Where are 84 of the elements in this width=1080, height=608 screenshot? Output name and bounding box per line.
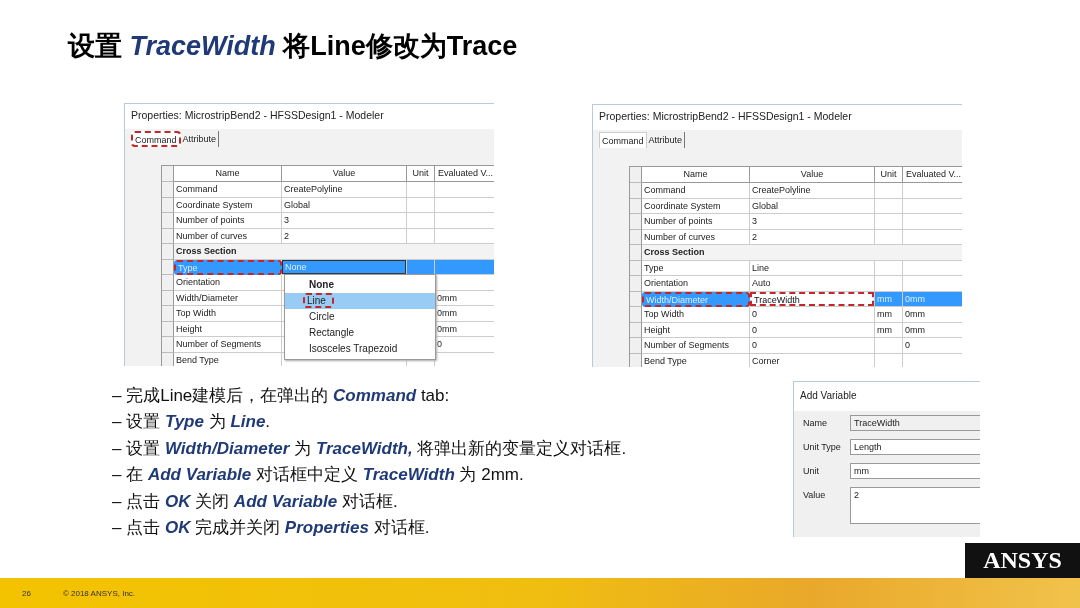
column-header[interactable]: Value [750,167,875,183]
panel-title: Properties: MicrostripBend2 - HFSSDesign1 - Modeler [593,105,962,130]
column-header[interactable]: Unit [875,167,903,183]
field-label: Name [803,417,828,430]
table-cell: Type [642,260,750,276]
bullet-text: – 点击 OK 完成并关闭 Properties 对话框. [112,517,431,540]
input-field[interactable]: TraceWidth [850,415,980,431]
table-row[interactable]: Number of points 3 [162,213,494,229]
table-cell: Top Width [174,306,282,322]
table-cell: Orientation [174,275,282,291]
table-row[interactable]: Command CreatePolyline [162,182,494,198]
table-row[interactable]: Top Width 0 mm 0mm [630,307,962,323]
dropdown-option[interactable]: Isosceles Trapezoid [285,341,435,357]
panel-title: Properties: MicrostripBend2 - HFSSDesign1 - Modeler [125,104,494,129]
table-cell: Auto [750,276,875,292]
input-field[interactable]: mm [850,463,980,479]
column-header[interactable]: Name [642,167,750,183]
tab[interactable]: Attribute [180,131,220,147]
table-cell: 0 [750,322,875,338]
table-cell: Height [642,322,750,338]
table-cell: Height [174,321,282,337]
logo: ANSYS [965,543,1080,578]
table-cell: Number of Segments [174,337,282,353]
table-cell: 0mm [903,322,962,338]
table-cell: Command [642,183,750,199]
table-cell: Coordinate System [174,197,282,213]
slide-title: 设置 TraceWidth 将Line修改为Trace [68,30,518,63]
table-row[interactable]: Coordinate System Global [162,197,494,213]
table-cell: CreatePolyline [750,183,875,199]
bullet-text: – 点击 OK 关闭 Add Variable 对话框. [112,490,399,513]
table-cell: Orientation [642,276,750,292]
table-cell: 3 [282,213,407,229]
tab[interactable]: Command [131,131,181,147]
table-row[interactable]: Coordinate System Global [630,198,962,214]
field-label: Unit Type [803,441,842,454]
table-cell: mm [875,322,903,338]
table-cell: Coordinate System [642,198,750,214]
table-cell: 0 [903,338,962,354]
input-field[interactable]: 2 [850,487,980,524]
table-cell: Top Width [642,307,750,323]
table-cell: Number of Segments [642,338,750,354]
table-cell: Bend Type [642,353,750,367]
field-label: Unit [803,465,820,478]
table-row[interactable]: Number of points 3 [630,214,962,230]
table-cell: Line [750,260,875,276]
table-cell: 0mm [903,307,962,323]
bullet-text: – 完成Line建模后，在弹出的 Command tab: [112,385,451,407]
table-cell: Global [282,197,407,213]
dropdown-option[interactable]: Line [285,293,435,309]
bullet-text: – 设置 Type 为 Line. [112,411,272,434]
table-cell: Corner [750,353,875,367]
field-label: Value [803,489,827,502]
bullet-text: – 设置 Width/Diameter 为 TraceWidth, 将弹出新的变量定义对话框. [112,437,627,460]
column-header[interactable]: Value [282,166,407,182]
table-cell: Global [750,198,875,214]
table-row[interactable]: Bend Type Corner [630,353,962,367]
column-header[interactable]: Evaluated V... [903,167,962,183]
page-number: 26 [22,588,31,598]
table-cell: 0 [750,307,875,323]
dialog-title: Add Variable [794,382,980,411]
table-cell: Bend Type [174,352,282,366]
bullet-text: – 在 Add Variable 对话框中定义 TraceWidth 为 2mm. [112,464,525,487]
table-cell: mm [875,307,903,323]
dropdown-option[interactable]: None [285,277,435,293]
table-row[interactable]: Number of Segments 0 0 [630,338,962,354]
table-cell: 3 [750,214,875,230]
column-header[interactable]: Evaluated V... [435,166,494,182]
tab[interactable]: Attribute [646,132,686,148]
input-field[interactable]: Length [850,439,980,455]
table-row[interactable]: Orientation Auto [630,276,962,292]
column-header[interactable]: Name [174,166,282,182]
column-header[interactable]: Unit [407,166,435,182]
table-cell: CreatePolyline [282,182,407,198]
table-cell: 0 [750,338,875,354]
table-cell: Number of points [642,214,750,230]
table-row[interactable]: Type Line [630,260,962,276]
table-cell: Width/Diameter [174,290,282,306]
copyright-text: © 2018 ANSYS, Inc. [62,588,136,598]
table-row[interactable]: Width/Diameter TraceWidth mm 0mm [630,291,962,307]
table-cell: Command [174,182,282,198]
tab[interactable]: Command [599,132,647,148]
table-row[interactable]: Height 0 mm 0mm [630,322,962,338]
table-row[interactable]: Command CreatePolyline [630,183,962,199]
table-cell: Number of points [174,213,282,229]
